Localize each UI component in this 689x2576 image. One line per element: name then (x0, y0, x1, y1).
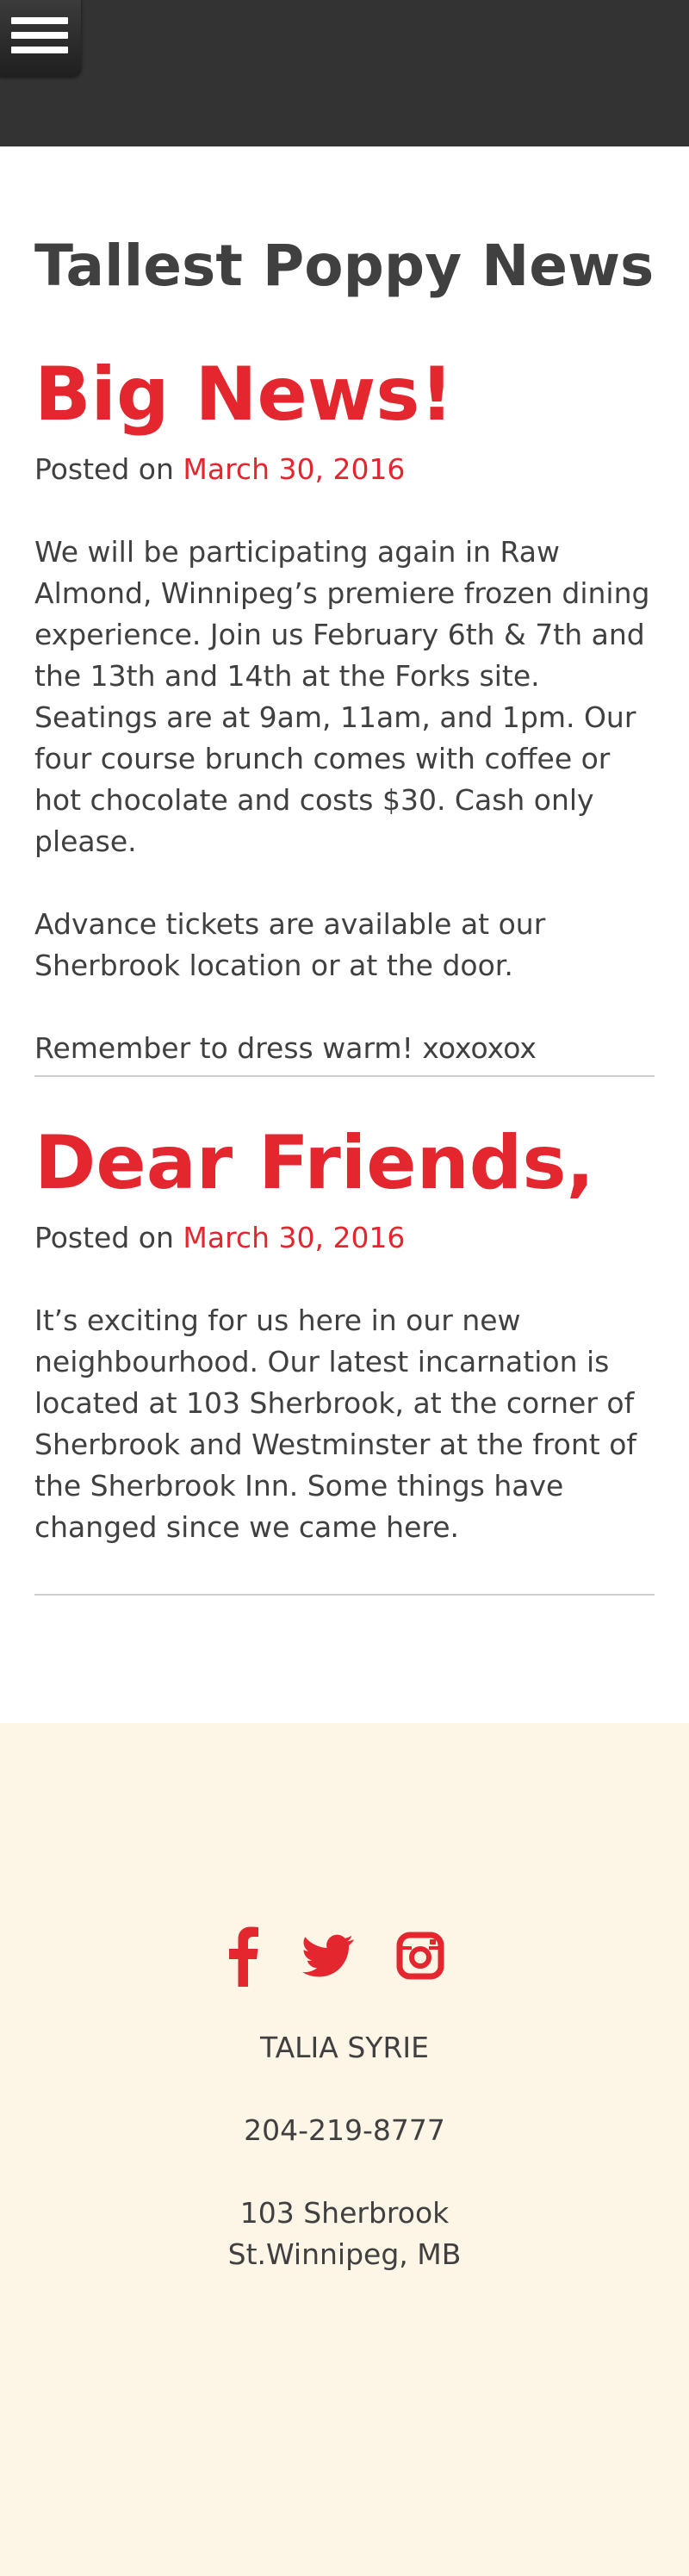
post-paragraph: Advance tickets are available at our She… (34, 907, 546, 982)
post-divider (34, 1594, 655, 1596)
post-meta: Posted on March 30, 2016 (34, 1217, 655, 1259)
post-meta: Posted on March 30, 2016 (34, 449, 655, 490)
facebook-icon[interactable] (227, 1925, 258, 1987)
post-paragraph: We will be participating again in Raw Al… (34, 535, 650, 858)
footer-name: TALIA SYRIE (260, 2031, 429, 2064)
post-paragraph: Remember to dress warm! xoxoxox (34, 1031, 537, 1065)
twitter-icon[interactable] (302, 1925, 354, 1987)
post-title-link[interactable]: Dear Friends, (34, 1126, 655, 1200)
menu-bar (11, 47, 68, 53)
top-header-bar (0, 0, 689, 146)
post-divider (34, 1075, 655, 1077)
menu-bar (11, 32, 68, 39)
blog-post: Dear Friends, Posted on March 30, 2016 I… (34, 1126, 655, 1548)
blog-post: Big News! Posted on March 30, 2016 We wi… (34, 358, 655, 1069)
post-title-link[interactable]: Big News! (34, 358, 655, 432)
hamburger-menu-icon[interactable] (0, 0, 81, 78)
posted-on-label: Posted on (34, 452, 174, 486)
footer-phone: 204-219-8777 (244, 2113, 445, 2147)
post-date-link[interactable]: March 30, 2016 (183, 1221, 405, 1254)
instagram-icon[interactable] (396, 1925, 444, 1987)
posted-on-label: Posted on (34, 1221, 174, 1254)
footer-address-line2: St.Winnipeg, MB (227, 2237, 462, 2271)
post-date-link[interactable]: March 30, 2016 (183, 452, 405, 486)
page-title: Tallest Poppy News (34, 233, 655, 299)
post-paragraph: It’s exciting for us here in our new nei… (34, 1304, 637, 1544)
footer-address-line1: 103 Sherbrook (239, 2196, 450, 2230)
menu-bar (11, 17, 68, 24)
